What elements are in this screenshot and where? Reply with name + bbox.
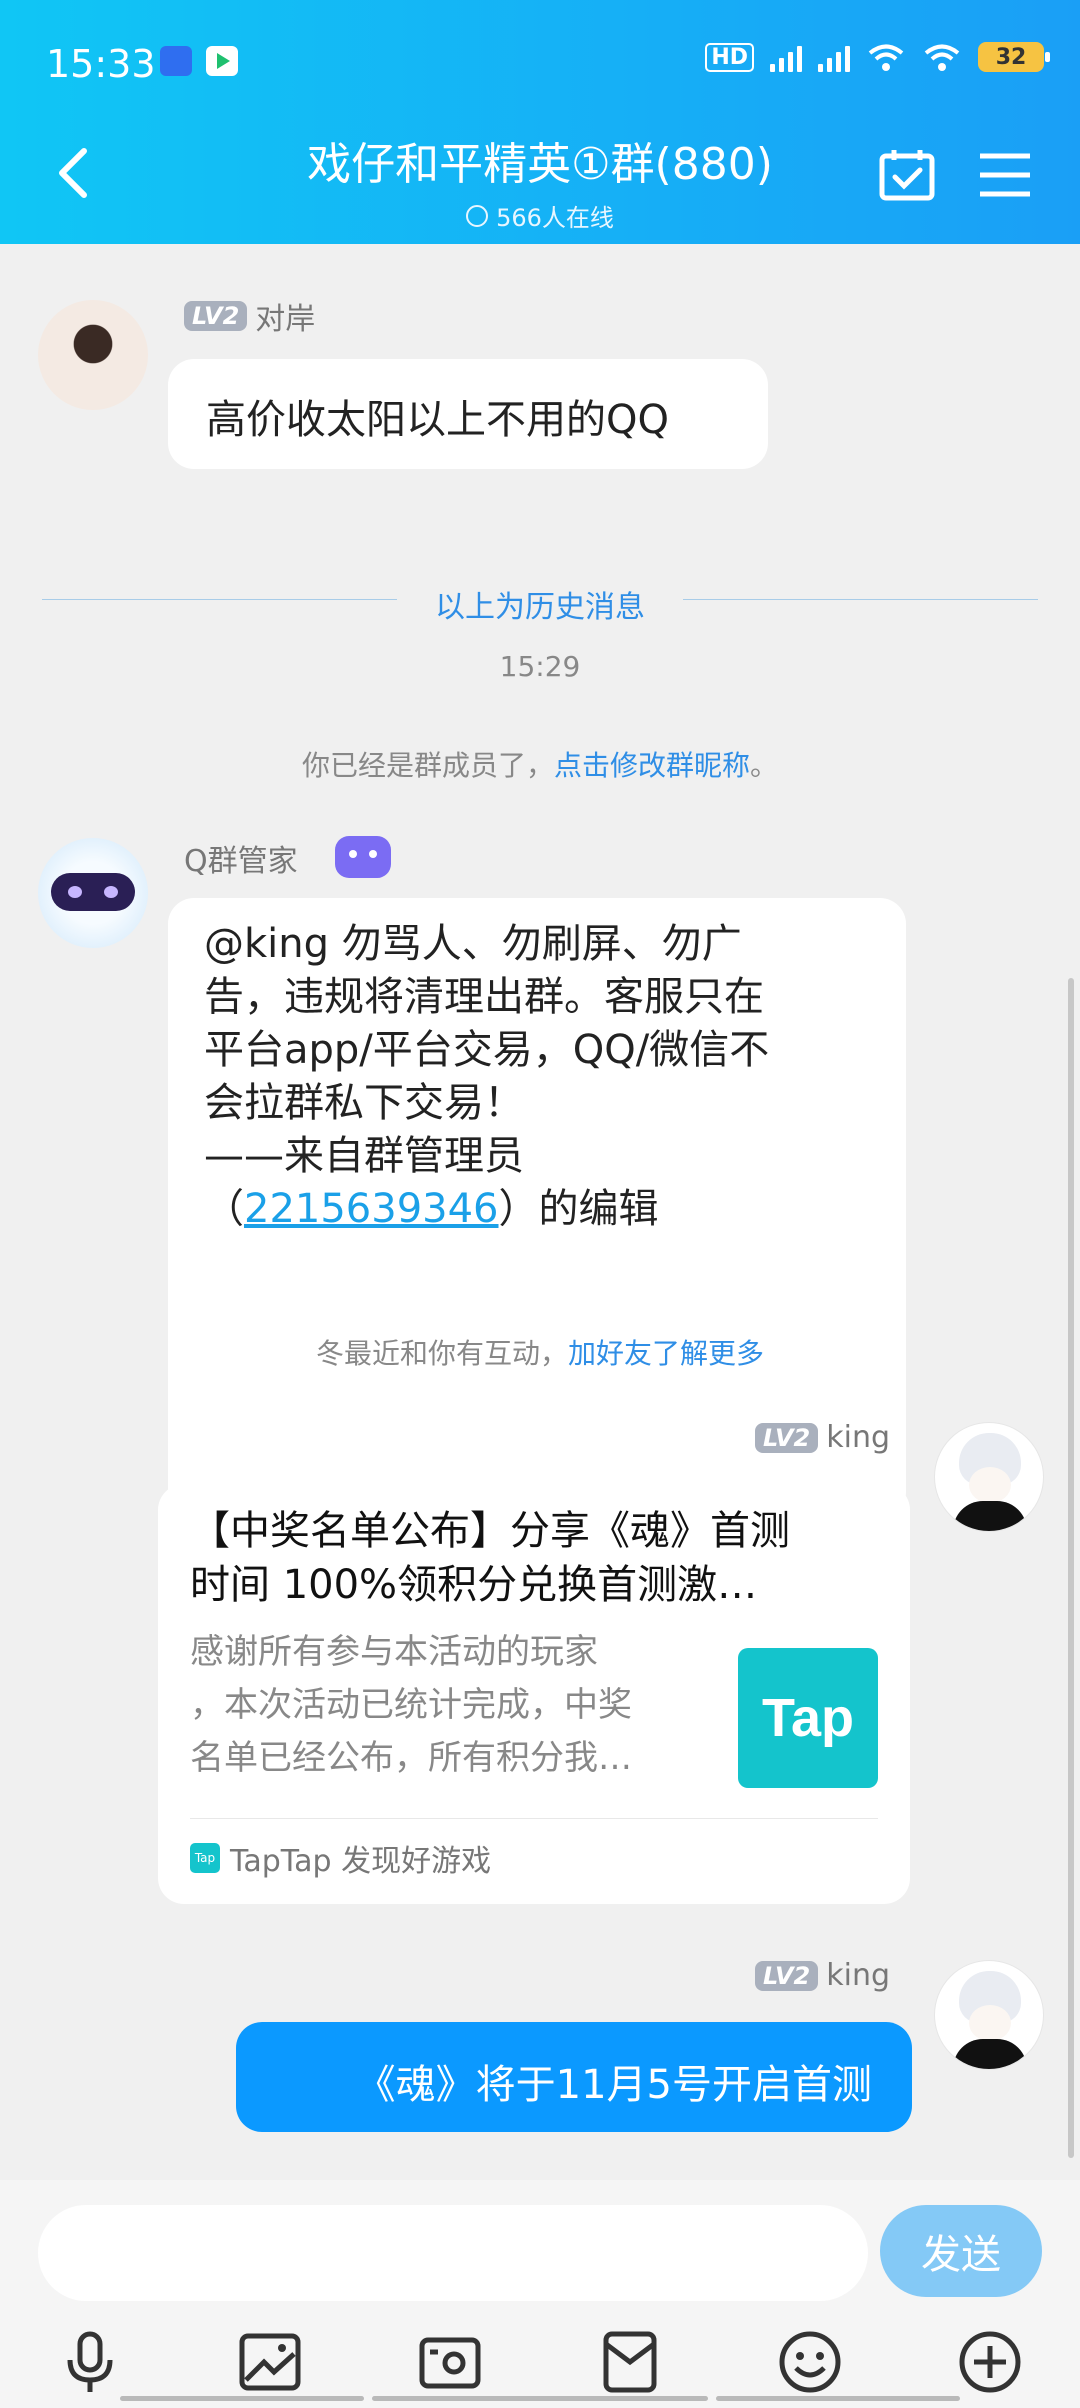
chat-area[interactable]: LV2 对岸 高价收太阳以上不用的QQ 以上为历史消息 15:29 你已经是群成…: [0, 244, 1080, 2180]
share-card[interactable]: 【中奖名单公布】分享《魂》首测 时间 100%领积分兑换首测激… 感谢所有参与本…: [158, 1484, 910, 1904]
menu-icon[interactable]: [976, 148, 1034, 202]
chat-header: 15:33 HD 32 戏仔和平精英①群(880) 566人在线: [0, 0, 1080, 244]
taptap-small-icon: Tap: [190, 1843, 220, 1873]
gesture-bar-center: [372, 2396, 708, 2401]
message-bubble[interactable]: 高价收太阳以上不用的QQ: [168, 359, 768, 469]
system-notice: 冬最近和你有互动，加好友了解更多: [315, 1337, 765, 1370]
calendar-check-icon[interactable]: [878, 148, 936, 202]
avatar[interactable]: [934, 1422, 1044, 1532]
send-button[interactable]: 发送: [880, 2205, 1042, 2297]
translate-app-icon: [160, 46, 192, 76]
message-bubble[interactable]: 《魂》将于11月5号开启首测: [236, 2022, 912, 2132]
robot-badge-icon: [335, 836, 391, 878]
history-divider: 以上为历史消息: [42, 582, 1038, 625]
video-app-icon: [206, 46, 238, 76]
battery-indicator: 32: [978, 42, 1050, 72]
hd-icon: HD: [705, 42, 754, 72]
avatar[interactable]: [38, 300, 148, 410]
add-friend-link[interactable]: 加好友了解更多: [568, 1337, 764, 1370]
sender-name[interactable]: LV2 对岸: [184, 294, 315, 338]
bot-avatar[interactable]: [38, 838, 148, 948]
status-bar: 15:33 HD 32: [0, 0, 1080, 120]
wifi-icon: [868, 44, 904, 71]
signal-5g-icon: [770, 42, 802, 72]
system-notice: 你已经是群成员了，点击修改群昵称。: [301, 749, 779, 782]
microphone-icon[interactable]: [58, 2330, 122, 2394]
plus-icon[interactable]: [958, 2330, 1022, 2394]
taptap-logo: Tap: [738, 1648, 878, 1788]
card-description: 感谢所有参与本活动的玩家 ，本次活动已统计完成，中奖 名单已经公布，所有积分我…: [190, 1632, 632, 1778]
status-time: 15:33: [46, 42, 156, 86]
gesture-bar-right: [716, 2396, 960, 2401]
online-count: 566人在线: [466, 198, 614, 233]
scrollbar[interactable]: [1068, 978, 1074, 2158]
level-badge: LV2: [754, 1960, 819, 1991]
gesture-bar-left: [120, 2396, 364, 2401]
edit-nickname-link[interactable]: 点击修改群昵称: [554, 749, 750, 782]
emoji-icon[interactable]: [778, 2330, 842, 2394]
card-source: Tap TapTap 发现好游戏: [190, 1836, 491, 1880]
timestamp: 15:29: [499, 650, 581, 683]
sender-name[interactable]: LV2 king: [754, 1420, 890, 1455]
card-title: 【中奖名单公布】分享《魂》首测 时间 100%领积分兑换首测激…: [190, 1508, 790, 1608]
message-input[interactable]: [38, 2205, 868, 2301]
sender-name[interactable]: LV2 king: [754, 1958, 890, 1993]
qq-number-link[interactable]: 2215639346: [244, 1186, 499, 1232]
level-badge: LV2: [184, 301, 248, 331]
sender-name[interactable]: Q群管家: [184, 836, 298, 880]
level-badge: LV2: [754, 1422, 819, 1453]
red-packet-icon[interactable]: [598, 2330, 662, 2394]
input-bar: 发送: [0, 2180, 1080, 2408]
signal-4g-icon: [818, 42, 850, 72]
avatar[interactable]: [934, 1960, 1044, 2070]
status-icons: HD 32: [705, 42, 1050, 72]
online-text: 566人在线: [496, 204, 614, 232]
camera-icon[interactable]: [418, 2330, 482, 2394]
online-status-icon: [466, 204, 489, 227]
wifi-icon-2: [924, 44, 960, 71]
image-icon[interactable]: [238, 2330, 302, 2394]
